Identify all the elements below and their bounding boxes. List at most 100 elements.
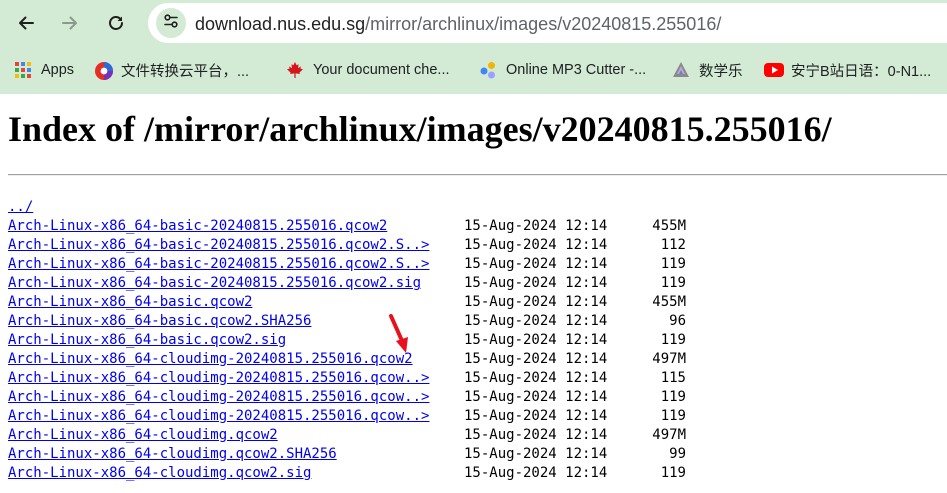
file-name-cell: Arch-Linux-x86_64-basic-20240815.255016.…: [8, 236, 464, 255]
bookmark-document-checker[interactable]: Your document che...: [286, 58, 450, 82]
file-size: 99: [669, 446, 686, 462]
bookmark-youtube[interactable]: 安宁B站日语：0-N1...: [764, 58, 931, 82]
file-size: 112: [660, 237, 686, 253]
file-size: 119: [660, 275, 686, 291]
file-date: 15-Aug-2024 12:14: [464, 218, 608, 234]
file-date: 15-Aug-2024 12:14: [464, 275, 608, 291]
math-icon: [672, 61, 690, 79]
file-name-cell: Arch-Linux-x86_64-cloudimg-20240815.2550…: [8, 369, 464, 388]
url-text[interactable]: download.nus.edu.sg/mirror/archlinux/ima…: [195, 13, 721, 35]
forward-button[interactable]: [54, 7, 86, 39]
file-date: 15-Aug-2024 12:14: [464, 408, 608, 424]
file-name-cell: Arch-Linux-x86_64-cloudimg.qcow2.SHA256: [8, 445, 464, 464]
file-listing: ../ Arch-Linux-x86_64-basic-20240815.255…: [8, 198, 686, 483]
file-row: Arch-Linux-x86_64-cloudimg-20240815.2550…: [8, 388, 686, 407]
file-row: Arch-Linux-x86_64-basic.qcow2 15-Aug-2024…: [8, 293, 686, 312]
file-link[interactable]: Arch-Linux-x86_64-cloudimg.qcow2.SHA256: [8, 446, 337, 462]
file-date: 15-Aug-2024 12:14: [464, 237, 608, 253]
file-link[interactable]: Arch-Linux-x86_64-cloudimg-20240815.2550…: [8, 389, 429, 405]
file-size: 115: [660, 370, 686, 386]
file-date: 15-Aug-2024 12:14: [464, 294, 608, 310]
file-link[interactable]: Arch-Linux-x86_64-cloudimg-20240815.2550…: [8, 370, 429, 386]
bookmark-label: 安宁B站日语：0-N1...: [791, 63, 932, 80]
file-link[interactable]: Arch-Linux-x86_64-basic.qcow2.sig: [8, 332, 286, 348]
file-date: 15-Aug-2024 12:14: [464, 256, 608, 272]
file-size: 497M: [652, 351, 686, 367]
file-name-cell: Arch-Linux-x86_64-cloudimg.qcow2: [8, 426, 464, 445]
bookmark-label: Your document che...: [313, 62, 450, 78]
url-host: download.nus.edu.sg: [195, 14, 366, 34]
file-name-cell: Arch-Linux-x86_64-basic.qcow2: [8, 293, 464, 312]
file-name-cell: Arch-Linux-x86_64-cloudimg.qcow2.sig: [8, 464, 464, 483]
file-date: 15-Aug-2024 12:14: [464, 332, 608, 348]
browser-toolbar: download.nus.edu.sg/mirror/archlinux/ima…: [0, 0, 947, 46]
file-size: 497M: [652, 427, 686, 443]
file-row: Arch-Linux-x86_64-cloudimg-20240815.2550…: [8, 369, 686, 388]
file-size: 119: [660, 332, 686, 348]
bookmark-label: 文件转换云平台，...: [121, 63, 250, 80]
file-link[interactable]: Arch-Linux-x86_64-basic-20240815.255016.…: [8, 218, 387, 234]
file-name-cell: Arch-Linux-x86_64-basic-20240815.255016.…: [8, 274, 464, 293]
bookmark-label: Apps: [41, 62, 75, 78]
file-row: Arch-Linux-x86_64-cloudimg.qcow2.SHA256 1…: [8, 445, 686, 464]
address-bar[interactable]: download.nus.edu.sg/mirror/archlinux/ima…: [148, 3, 947, 43]
mp3-cutter-icon: [479, 61, 497, 79]
file-size: 455M: [652, 218, 686, 234]
forward-arrow-icon: [61, 14, 79, 32]
file-link[interactable]: Arch-Linux-x86_64-basic.qcow2.SHA256: [8, 313, 311, 329]
file-size: 119: [660, 408, 686, 424]
file-size: 455M: [652, 294, 686, 310]
back-button[interactable]: [10, 7, 42, 39]
file-row: Arch-Linux-x86_64-basic.qcow2.sig 15-Aug-…: [8, 331, 686, 350]
file-link[interactable]: Arch-Linux-x86_64-basic-20240815.255016.…: [8, 256, 429, 272]
file-name-cell: Arch-Linux-x86_64-cloudimg-20240815.2550…: [8, 388, 464, 407]
youtube-icon: [764, 61, 784, 79]
back-arrow-icon: [17, 14, 35, 32]
page-title: Index of /mirror/archlinux/images/v20240…: [8, 109, 832, 149]
maple-leaf-icon: [286, 61, 304, 79]
file-row: Arch-Linux-x86_64-cloudimg-20240815.2550…: [8, 350, 686, 369]
file-size: 96: [669, 313, 686, 329]
file-name-cell: Arch-Linux-x86_64-basic-20240815.255016.…: [8, 217, 464, 236]
file-row: Arch-Linux-x86_64-cloudimg.qcow2 15-Aug-2…: [8, 426, 686, 445]
bookmark-file-converter[interactable]: 文件转换云平台，...: [94, 58, 249, 82]
file-link[interactable]: Arch-Linux-x86_64-basic-20240815.255016.…: [8, 275, 421, 291]
annotation-arrow-icon: [389, 314, 408, 353]
bookmark-math[interactable]: 数学乐: [672, 58, 743, 82]
file-link[interactable]: Arch-Linux-x86_64-basic.qcow2: [8, 294, 252, 310]
bookmark-apps[interactable]: Apps: [14, 58, 74, 82]
file-date: 15-Aug-2024 12:14: [464, 313, 608, 329]
file-size: 119: [660, 465, 686, 481]
file-date: 15-Aug-2024 12:14: [464, 351, 608, 367]
file-date: 15-Aug-2024 12:14: [464, 370, 608, 386]
file-row: Arch-Linux-x86_64-cloudimg-20240815.2550…: [8, 407, 686, 426]
divider: [8, 174, 947, 176]
file-size: 119: [660, 256, 686, 272]
file-row: Arch-Linux-x86_64-basic-20240815.255016.…: [8, 255, 686, 274]
file-name-cell: Arch-Linux-x86_64-cloudimg-20240815.2550…: [8, 407, 464, 426]
file-row: Arch-Linux-x86_64-basic-20240815.255016.…: [8, 217, 686, 236]
file-date: 15-Aug-2024 12:14: [464, 446, 608, 462]
file-link[interactable]: Arch-Linux-x86_64-cloudimg-20240815.2550…: [8, 351, 413, 367]
file-date: 15-Aug-2024 12:14: [464, 465, 608, 481]
file-name-cell: Arch-Linux-x86_64-basic-20240815.255016.…: [8, 255, 464, 274]
file-date: 15-Aug-2024 12:14: [464, 427, 608, 443]
apps-grid-icon: [14, 61, 32, 79]
file-link[interactable]: Arch-Linux-x86_64-cloudimg.qcow2.sig: [8, 465, 311, 481]
bookmark-mp3-cutter[interactable]: Online MP3 Cutter -...: [479, 58, 646, 82]
parent-directory-link[interactable]: ../: [8, 199, 33, 215]
file-row: Arch-Linux-x86_64-basic-20240815.255016.…: [8, 236, 686, 255]
parent-directory-row: ../: [8, 198, 686, 217]
tune-icon: [163, 13, 179, 34]
file-link[interactable]: Arch-Linux-x86_64-cloudimg-20240815.2550…: [8, 408, 429, 424]
file-link[interactable]: Arch-Linux-x86_64-basic-20240815.255016.…: [8, 237, 429, 253]
site-info-button[interactable]: [156, 8, 186, 38]
file-row: Arch-Linux-x86_64-basic-20240815.255016.…: [8, 274, 686, 293]
file-link[interactable]: Arch-Linux-x86_64-cloudimg.qcow2: [8, 427, 278, 443]
file-row: Arch-Linux-x86_64-cloudimg.qcow2.sig 15-A…: [8, 464, 686, 483]
bookmark-label: 数学乐: [699, 63, 743, 80]
file-size: 119: [660, 389, 686, 405]
reload-button[interactable]: [100, 7, 132, 39]
bookmark-label: Online MP3 Cutter -...: [506, 62, 647, 78]
file-date: 15-Aug-2024 12:14: [464, 389, 608, 405]
